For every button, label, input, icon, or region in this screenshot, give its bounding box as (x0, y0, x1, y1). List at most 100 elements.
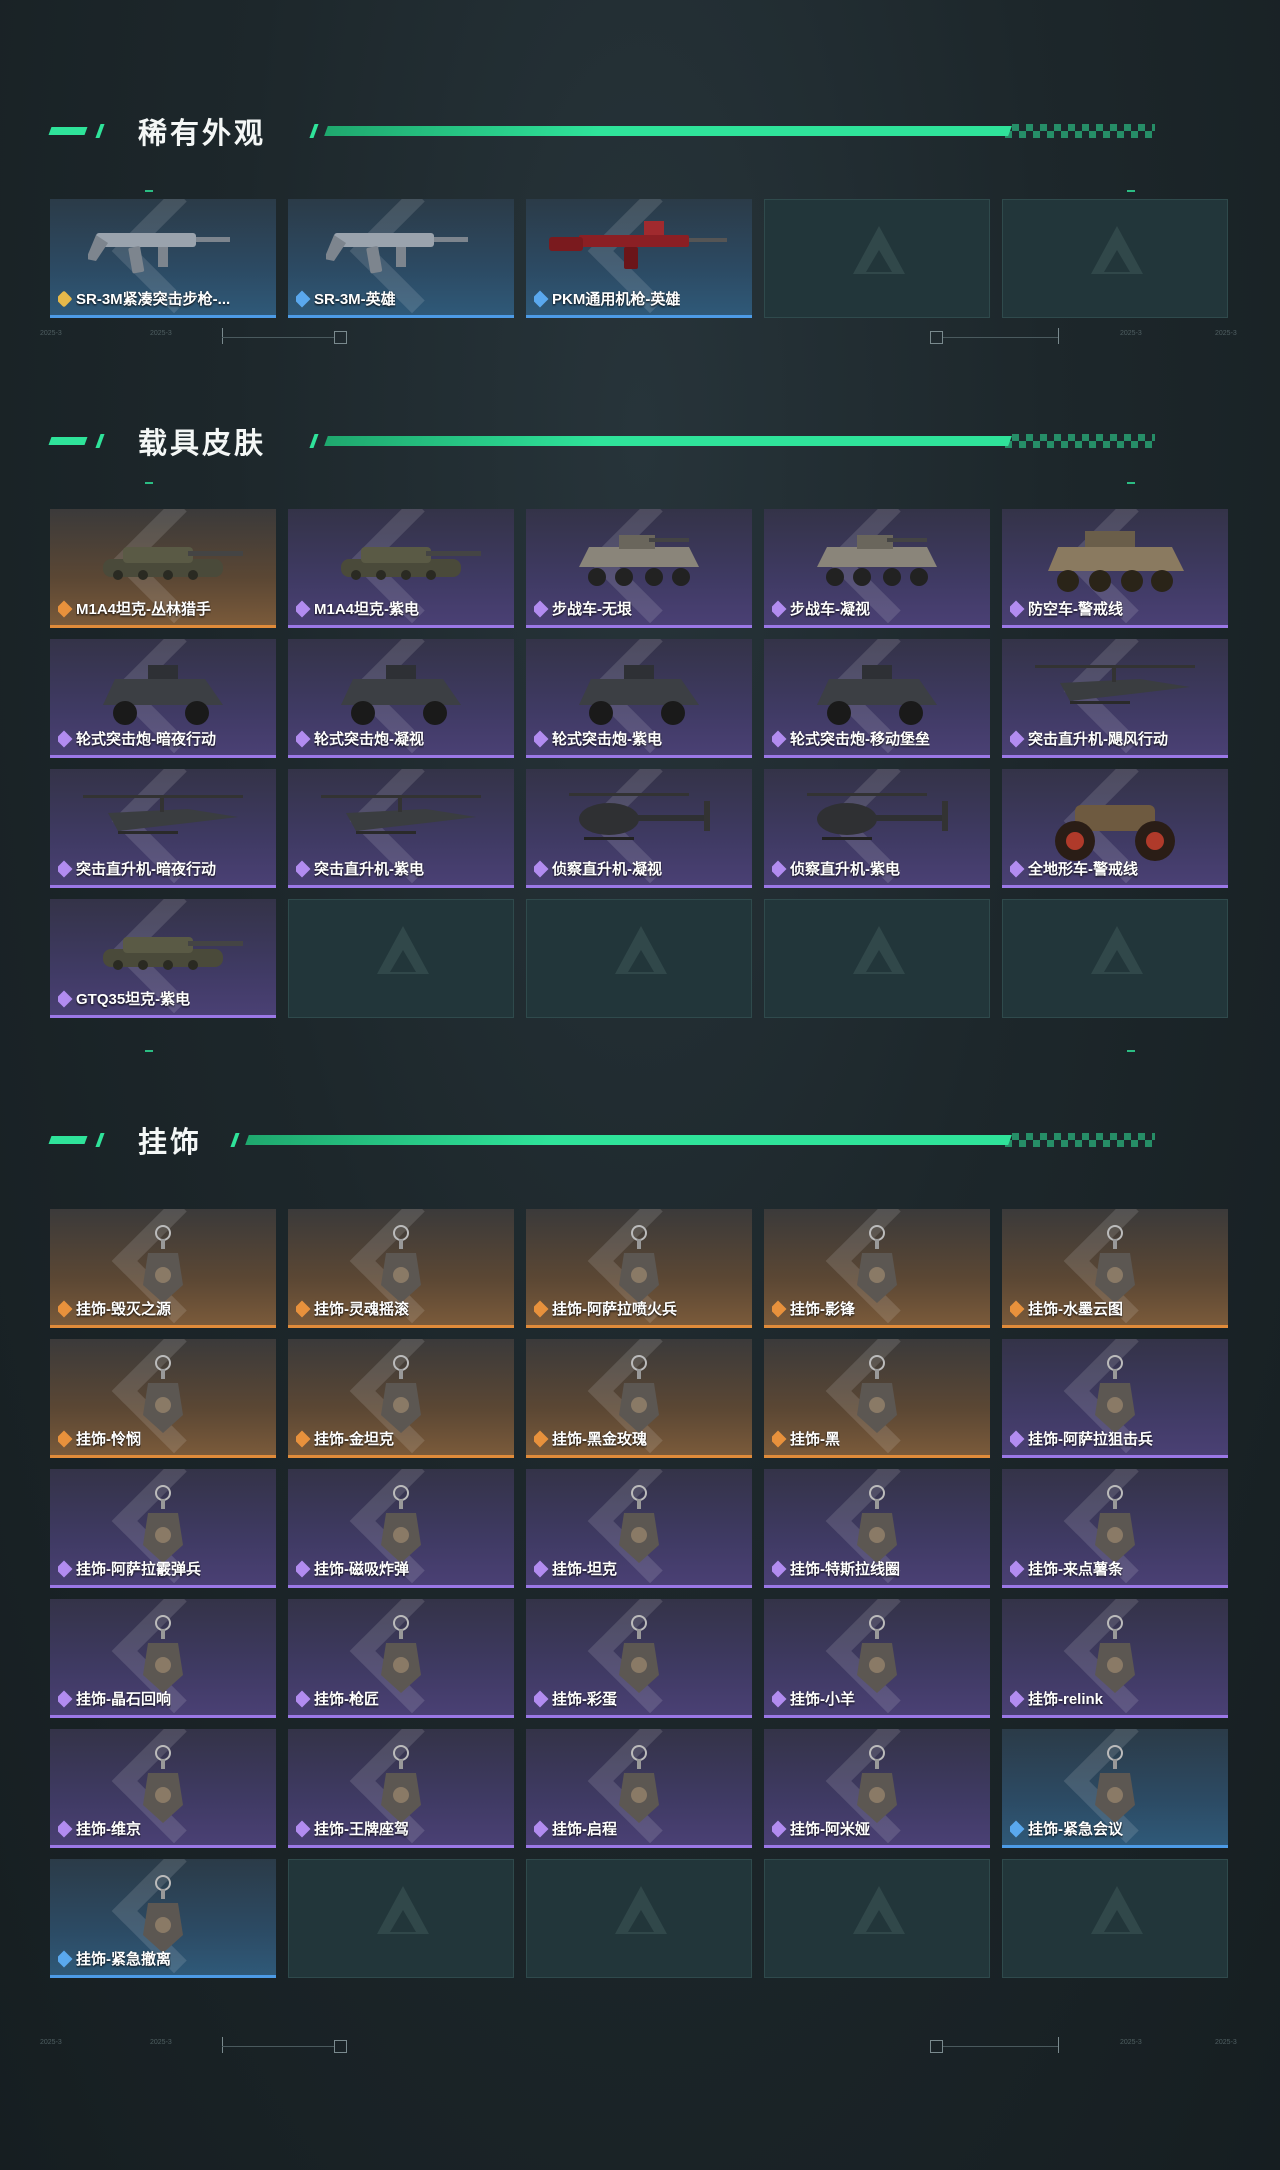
item-name: 挂饰-紧急会议 (1028, 1821, 1123, 1838)
placeholder-logo-icon (866, 250, 892, 272)
helicopter-icon (78, 783, 248, 858)
corner-tick (145, 1050, 153, 1052)
item-card[interactable]: 挂饰-晶石回响 (50, 1599, 276, 1718)
item-name: 轮式突击炮-凝视 (314, 731, 424, 748)
item-card[interactable]: 挂饰-紧急撤离 (50, 1859, 276, 1978)
item-card[interactable]: 突击直升机-暗夜行动 (50, 769, 276, 888)
item-card[interactable]: 挂饰-影锋 (764, 1209, 990, 1328)
item-name: 轮式突击炮-紫电 (552, 731, 662, 748)
empty-item-slot (526, 899, 752, 1018)
item-card[interactable]: 挂饰-毁灭之源 (50, 1209, 276, 1328)
item-card[interactable]: 挂饰-维京 (50, 1729, 276, 1848)
section-title: 稀有外观 (138, 118, 267, 150)
item-card[interactable]: 挂饰-阿米娅 (764, 1729, 990, 1848)
item-card[interactable]: 步战车-无垠 (526, 509, 752, 628)
item-card[interactable]: 挂饰-小羊 (764, 1599, 990, 1718)
item-label: 挂饰-阿米娅 (772, 1818, 986, 1839)
item-label: GTQ35坦克-紫电 (58, 988, 272, 1009)
item-label: SR-3M紧凑突击步枪-... (58, 288, 272, 309)
item-card[interactable]: 挂饰-灵魂摇滚 (288, 1209, 514, 1328)
item-card[interactable]: 轮式突击炮-凝视 (288, 639, 514, 758)
item-name: 突击直升机-飓风行动 (1028, 731, 1168, 748)
item-card[interactable]: 挂饰-黑金玫瑰 (526, 1339, 752, 1458)
item-card[interactable]: 突击直升机-飓风行动 (1002, 639, 1228, 758)
item-card[interactable]: PKM通用机枪-英雄 (526, 199, 752, 318)
item-card[interactable]: 轮式突击炮-紫电 (526, 639, 752, 758)
item-name: 挂饰-磁吸炸弹 (314, 1561, 409, 1578)
rarity-diamond-icon (1010, 1300, 1025, 1317)
item-card[interactable]: 轮式突击炮-移动堡垒 (764, 639, 990, 758)
item-name: 挂饰-阿萨拉喷火兵 (552, 1301, 677, 1318)
item-card[interactable]: 挂饰-黑 (764, 1339, 990, 1458)
item-label: 挂饰-灵魂摇滚 (296, 1298, 510, 1319)
machine-gun-icon (549, 213, 729, 288)
rarity-diamond-icon (296, 730, 311, 747)
item-name: 挂饰-黑金玫瑰 (552, 1431, 647, 1448)
item-card[interactable]: 挂饰-怜悯 (50, 1339, 276, 1458)
item-card[interactable]: 挂饰-特斯拉线圈 (764, 1469, 990, 1588)
item-card[interactable]: 侦察直升机-凝视 (526, 769, 752, 888)
placeholder-logo-icon (1104, 250, 1130, 272)
item-name: 突击直升机-紫电 (314, 861, 424, 878)
item-name: 侦察直升机-紫电 (790, 861, 900, 878)
item-card[interactable]: 突击直升机-紫电 (288, 769, 514, 888)
tank-icon (321, 523, 481, 598)
item-card[interactable]: 挂饰-金坦克 (288, 1339, 514, 1458)
item-name: 挂饰-毁灭之源 (76, 1301, 171, 1318)
item-card[interactable]: 挂饰-relink (1002, 1599, 1228, 1718)
item-card[interactable]: 步战车-凝视 (764, 509, 990, 628)
item-card[interactable]: GTQ35坦克-紫电 (50, 899, 276, 1018)
item-label: 侦察直升机-凝视 (534, 858, 748, 879)
corner-tick (1127, 1050, 1135, 1052)
item-label: 挂饰-来点薯条 (1010, 1558, 1224, 1579)
rarity-diamond-icon (534, 1560, 549, 1577)
item-name: 挂饰-王牌座驾 (314, 1821, 409, 1838)
item-card[interactable]: 挂饰-坦克 (526, 1469, 752, 1588)
item-label: 挂饰-阿萨拉喷火兵 (534, 1298, 748, 1319)
item-card[interactable]: M1A4坦克-紫电 (288, 509, 514, 628)
rarity-diamond-icon (58, 290, 73, 307)
corner-tick (145, 482, 153, 484)
item-card[interactable]: 挂饰-彩蛋 (526, 1599, 752, 1718)
item-card[interactable]: 挂饰-紧急会议 (1002, 1729, 1228, 1848)
item-label: 挂饰-特斯拉线圈 (772, 1558, 986, 1579)
item-card[interactable]: 挂饰-水墨云图 (1002, 1209, 1228, 1328)
item-card[interactable]: 挂饰-磁吸炸弹 (288, 1469, 514, 1588)
item-card[interactable]: 挂饰-阿萨拉喷火兵 (526, 1209, 752, 1328)
item-label: M1A4坦克-丛林猎手 (58, 598, 272, 619)
item-name: GTQ35坦克-紫电 (76, 991, 191, 1008)
item-name: M1A4坦克-紫电 (314, 601, 420, 618)
item-card[interactable]: 挂饰-启程 (526, 1729, 752, 1848)
item-card[interactable]: 轮式突击炮-暗夜行动 (50, 639, 276, 758)
item-card[interactable]: 挂饰-王牌座驾 (288, 1729, 514, 1848)
item-card[interactable]: M1A4坦克-丛林猎手 (50, 509, 276, 628)
item-card[interactable]: 侦察直升机-紫电 (764, 769, 990, 888)
rarity-diamond-icon (772, 1300, 787, 1317)
rarity-diamond-icon (772, 1430, 787, 1447)
section-rare-skins: 稀有外观 SR-3M紧凑突击步枪-... SR-3M-英雄 PKM通用机枪-英雄 (0, 0, 1280, 360)
header-accent (309, 434, 319, 448)
rarity-diamond-icon (296, 290, 311, 307)
item-label: 挂饰-阿萨拉狙击兵 (1010, 1428, 1224, 1449)
header-checker (1005, 434, 1155, 448)
item-name: 挂饰-阿萨拉霰弹兵 (76, 1561, 201, 1578)
item-card[interactable]: 全地形车-警戒线 (1002, 769, 1228, 888)
item-name: SR-3M-英雄 (314, 291, 396, 308)
item-label: 挂饰-小羊 (772, 1688, 986, 1709)
item-name: 突击直升机-暗夜行动 (76, 861, 216, 878)
item-card[interactable]: SR-3M紧凑突击步枪-... (50, 199, 276, 318)
item-card[interactable]: 防空车-警戒线 (1002, 509, 1228, 628)
item-card[interactable]: 挂饰-来点薯条 (1002, 1469, 1228, 1588)
rarity-diamond-icon (772, 860, 787, 877)
item-label: 挂饰-磁吸炸弹 (296, 1558, 510, 1579)
item-label: PKM通用机枪-英雄 (534, 288, 748, 309)
placeholder-logo-icon (1104, 950, 1130, 972)
rarity-diamond-icon (534, 290, 549, 307)
item-name: 挂饰-来点薯条 (1028, 1561, 1123, 1578)
item-card[interactable]: 挂饰-阿萨拉霰弹兵 (50, 1469, 276, 1588)
rifle-icon (324, 213, 476, 288)
item-card[interactable]: 挂饰-枪匠 (288, 1599, 514, 1718)
item-card[interactable]: 挂饰-阿萨拉狙击兵 (1002, 1339, 1228, 1458)
item-name: 挂饰-特斯拉线圈 (790, 1561, 900, 1578)
item-card[interactable]: SR-3M-英雄 (288, 199, 514, 318)
